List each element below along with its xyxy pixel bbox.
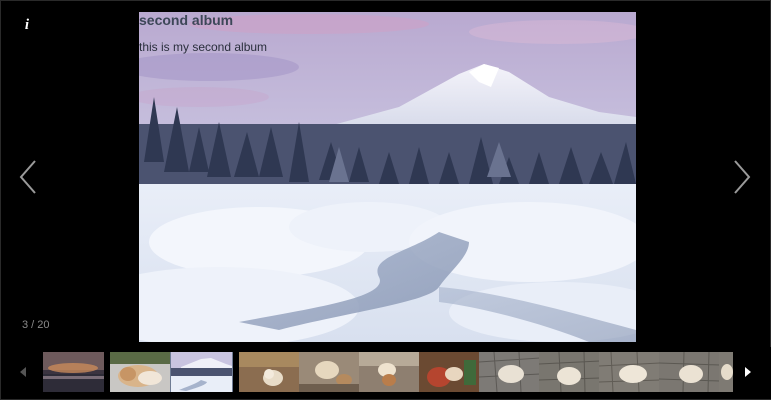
- thumbnail-12[interactable]: [719, 352, 733, 392]
- triangle-left-icon[interactable]: [19, 365, 27, 377]
- thumbnail-6[interactable]: [359, 352, 420, 392]
- photo-viewer: i 3 / 20 second album this is my second …: [0, 0, 771, 400]
- image-counter: 3 / 20: [22, 319, 50, 331]
- photo-description: this is my second album: [139, 40, 268, 54]
- photo-title: second album: [139, 12, 234, 28]
- thumbnail-4[interactable]: [239, 352, 300, 392]
- triangle-right-icon[interactable]: [744, 365, 752, 377]
- main-photo[interactable]: second album this is my second album: [139, 12, 636, 342]
- thumbnail-8[interactable]: [479, 352, 540, 392]
- main-photo-graphic: [139, 12, 636, 342]
- thumbnail-7[interactable]: [419, 352, 480, 392]
- thumbnail-11[interactable]: [659, 352, 720, 392]
- thumbnail-strip: [1, 347, 771, 399]
- chevron-right-icon[interactable]: [731, 159, 753, 195]
- thumbnail-3[interactable]: [170, 352, 233, 392]
- thumbnail-list: [43, 352, 733, 392]
- info-icon[interactable]: i: [19, 15, 35, 35]
- chevron-left-icon[interactable]: [17, 159, 39, 195]
- thumbnail-2[interactable]: [110, 352, 171, 392]
- thumbnail-5[interactable]: [299, 352, 360, 392]
- thumbnail-10[interactable]: [599, 352, 660, 392]
- photo-caption: second album this is my second album: [139, 12, 636, 54]
- thumbnail-1[interactable]: [43, 352, 104, 392]
- thumbnail-9[interactable]: [539, 352, 600, 392]
